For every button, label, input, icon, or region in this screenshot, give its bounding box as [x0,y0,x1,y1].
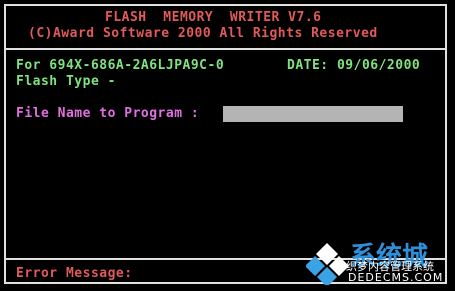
file-name-input[interactable] [223,106,403,122]
bios-id: For 694X-686A-2A6LJPA9C-0 [16,58,225,73]
watermark-url: DEDECMS.COM [348,271,444,284]
app-title: FLASH MEMORY WRITER V7.6 [105,10,322,25]
file-name-label: File Name to Program : [16,106,200,121]
flash-type: Flash Type - [16,74,116,89]
header-divider [4,48,447,50]
windows-logo-icon [306,243,348,285]
site-watermark: 系统城 织梦内容管理系统 DEDECMS.COM [302,238,452,288]
flash-writer-screen: FLASH MEMORY WRITER V7.6 (C)Award Softwa… [0,0,455,291]
bios-date: DATE: 09/06/2000 [287,58,421,73]
copyright-line: (C)Award Software 2000 All Rights Reserv… [28,26,378,41]
error-message-label: Error Message: [16,266,133,281]
